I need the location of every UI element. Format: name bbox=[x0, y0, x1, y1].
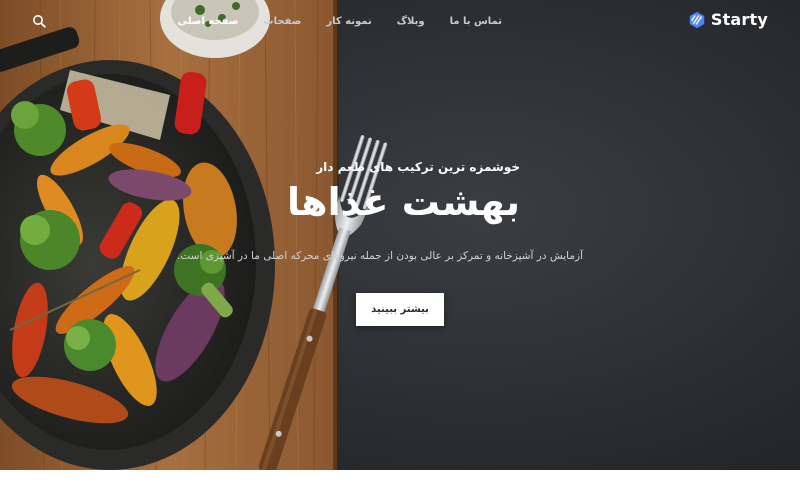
brand-name: Starty bbox=[710, 10, 768, 29]
see-more-button[interactable]: بیشتر ببینید bbox=[356, 293, 444, 326]
nav-item-home[interactable]: صفحه اصلی bbox=[178, 16, 239, 27]
nav-item-blog[interactable]: وبلاگ bbox=[397, 16, 425, 27]
page-bottom-strip bbox=[0, 470, 800, 500]
hexagon-stripes-logo-icon bbox=[689, 11, 705, 28]
nav-item-contact[interactable]: تماس با ما bbox=[450, 16, 502, 27]
main-nav: صفحه اصلی صفحات نمونه کار وبلاگ تماس با … bbox=[178, 16, 502, 27]
hero-title: بهشت غذاها bbox=[286, 180, 520, 224]
search-icon[interactable] bbox=[32, 14, 46, 28]
nav-item-portfolio[interactable]: نمونه کار bbox=[326, 16, 371, 27]
hero-background-image bbox=[0, 0, 800, 470]
top-navigation-bar: Starty صفحه اصلی صفحات نمونه کار وبلاگ ت… bbox=[0, 0, 800, 44]
hero-section: Starty صفحه اصلی صفحات نمونه کار وبلاگ ت… bbox=[0, 0, 800, 470]
brand[interactable]: Starty bbox=[688, 10, 768, 29]
hero-subtitle: خوشمزه ترین ترکیب های طعم دار bbox=[316, 160, 520, 174]
nav-item-pages[interactable]: صفحات bbox=[264, 16, 302, 27]
hero-description: آزمایش در آشپزخانه و تمرکز بر عالی بودن … bbox=[177, 250, 583, 262]
